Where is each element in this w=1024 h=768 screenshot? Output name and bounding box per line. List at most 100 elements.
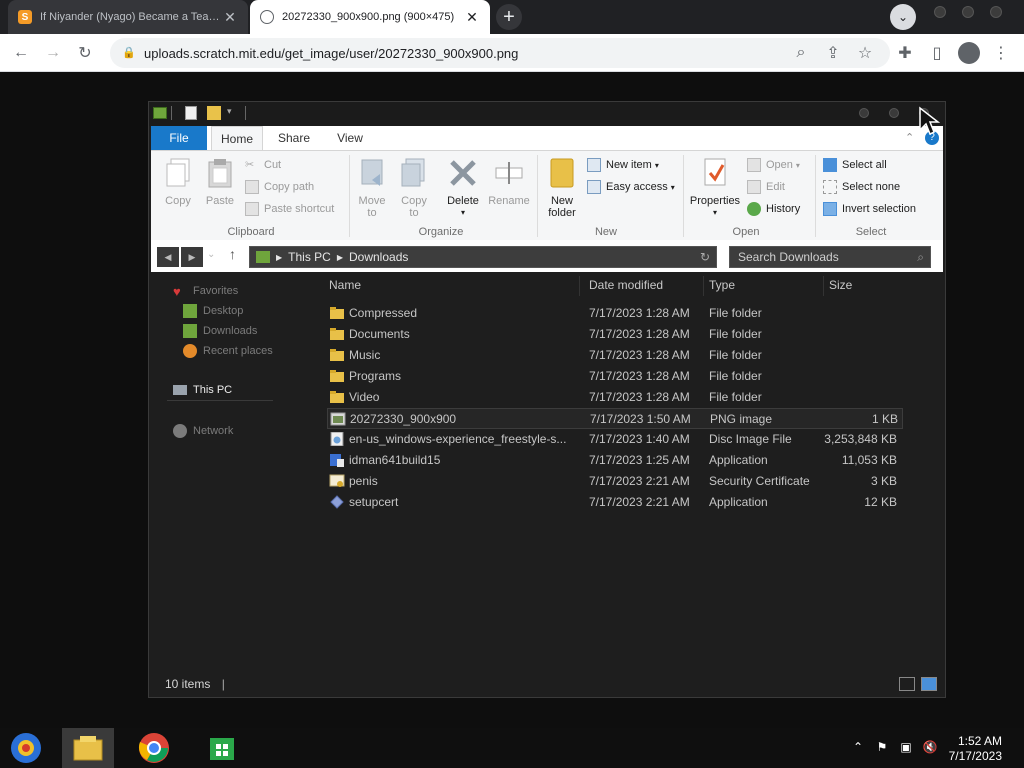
share-icon[interactable]: ⇪	[822, 42, 844, 64]
file-row[interactable]: setupcert 7/17/2023 2:21 AM Application 12 …	[327, 492, 903, 513]
refresh-icon[interactable]: ↻	[700, 250, 710, 264]
file-name: setupcert	[349, 495, 399, 509]
new-item-button[interactable]: New item ▾	[587, 156, 659, 174]
column-header-size[interactable]: Size	[829, 278, 852, 292]
up-arrow-icon[interactable]: ↑	[229, 246, 236, 262]
address-bar[interactable]: 🔒 uploads.scratch.mit.edu/get_image/user…	[110, 38, 890, 68]
file-row[interactable]: penis 7/17/2023 2:21 AM Security Certifica…	[327, 471, 903, 492]
start-button[interactable]	[0, 728, 52, 768]
clock-date: 7/17/2023	[948, 749, 1002, 763]
column-header-name[interactable]: Name	[329, 278, 361, 292]
paste-shortcut-button[interactable]: Paste shortcut	[245, 200, 334, 218]
new-tab-button[interactable]: +	[496, 4, 522, 30]
network-icon[interactable]: ▣	[898, 740, 914, 756]
chrome-menu-icon[interactable]: ⋮	[990, 42, 1012, 64]
delete-button[interactable]: Delete ▾	[443, 157, 483, 219]
select-all-button[interactable]: Select all	[823, 156, 887, 174]
file-row[interactable]: Video 7/17/2023 1:28 AM File folder	[327, 387, 903, 408]
history-button[interactable]: History	[747, 200, 800, 218]
collapse-ribbon-icon[interactable]: ⌃	[905, 131, 914, 144]
nav-this-pc[interactable]: This PC	[173, 384, 232, 396]
tab-file[interactable]: File	[151, 126, 207, 150]
close-tab-icon[interactable]: ✕	[464, 9, 480, 26]
cut-button[interactable]: ✂ Cut	[245, 156, 281, 174]
edit-button[interactable]: Edit	[747, 178, 785, 196]
file-row[interactable]: Programs 7/17/2023 1:28 AM File folder	[327, 366, 903, 387]
file-row[interactable]: Compressed 7/17/2023 1:28 AM File folder	[327, 303, 903, 324]
recent-locations-icon[interactable]: ⌄	[207, 249, 215, 260]
nav-network[interactable]: Network	[173, 424, 233, 438]
column-divider[interactable]	[579, 276, 580, 296]
profile-avatar-icon[interactable]	[958, 42, 980, 64]
side-panel-icon[interactable]: ▯	[926, 42, 948, 64]
back-arrow-icon[interactable]: ←	[10, 42, 32, 64]
column-divider[interactable]	[823, 276, 824, 296]
column-header-type[interactable]: Type	[709, 278, 735, 292]
file-row[interactable]: 20272330_900x900 7/17/2023 1:50 AM PNG ima…	[327, 408, 903, 429]
forward-arrow-icon[interactable]: →	[42, 42, 64, 64]
bookmark-star-icon[interactable]: ☆	[854, 42, 876, 64]
tab-share[interactable]: Share	[271, 126, 317, 150]
properties-qat-icon[interactable]	[185, 106, 197, 120]
tab-scratch-project[interactable]: S If Niyander (Nyago) Became a Teacher ✕	[8, 0, 248, 34]
select-none-button[interactable]: Select none	[823, 178, 900, 196]
close-tab-icon[interactable]: ✕	[222, 9, 238, 26]
invert-selection-icon	[823, 202, 837, 216]
recent-places-icon	[183, 344, 197, 358]
copy-path-button[interactable]: Copy path	[245, 178, 314, 196]
file-row[interactable]: idman641build15 7/17/2023 1:25 AM Applicat…	[327, 450, 903, 471]
new-folder-qat-icon[interactable]	[207, 106, 221, 120]
copy-button[interactable]: Copy	[161, 157, 195, 207]
file-row[interactable]: Music 7/17/2023 1:28 AM File folder	[327, 345, 903, 366]
properties-button[interactable]: Properties ▾	[687, 157, 743, 219]
explorer-minimize-button[interactable]	[859, 108, 869, 118]
search-icon[interactable]: ⌕	[917, 250, 924, 265]
column-header-date[interactable]: Date modified	[589, 278, 663, 292]
show-hidden-icons-icon[interactable]: ⌃	[850, 740, 866, 756]
minimize-window-button[interactable]	[934, 6, 946, 18]
rename-button[interactable]: Rename	[487, 157, 531, 207]
paste-button[interactable]: Paste	[203, 157, 237, 207]
search-input[interactable]: Search Downloads ⌕	[729, 246, 931, 268]
close-window-button[interactable]	[990, 6, 1002, 18]
forward-button[interactable]: ▶	[181, 247, 203, 267]
breadcrumb-this-pc[interactable]: This PC	[288, 250, 331, 264]
tab-search-button[interactable]: ⌄	[890, 4, 916, 30]
nav-downloads[interactable]: Downloads	[183, 324, 257, 338]
details-view-icon[interactable]	[899, 677, 915, 691]
explorer-maximize-button[interactable]	[889, 108, 899, 118]
action-center-flag-icon[interactable]: ⚑	[874, 740, 890, 756]
taskbar-clock[interactable]: 1:52 AM 7/17/2023	[949, 734, 1002, 764]
open-button[interactable]: Open ▾	[747, 156, 800, 174]
back-button[interactable]: ◀	[157, 247, 179, 267]
breadcrumb-downloads[interactable]: Downloads	[349, 250, 408, 264]
zoom-icon[interactable]: ⌕	[790, 42, 812, 64]
new-folder-button[interactable]: New folder	[543, 157, 581, 219]
tab-home[interactable]: Home	[211, 126, 263, 150]
tab-image[interactable]: 20272330_900x900.png (900×475) ✕	[250, 0, 490, 34]
nav-desktop[interactable]: Desktop	[183, 304, 243, 318]
maximize-window-button[interactable]	[962, 6, 974, 18]
file-row[interactable]: Documents 7/17/2023 1:28 AM File folder	[327, 324, 903, 345]
large-icons-view-icon[interactable]	[921, 677, 937, 691]
lock-icon[interactable]: 🔒	[122, 46, 136, 60]
taskbar-store[interactable]	[196, 728, 248, 768]
volume-muted-icon[interactable]: 🔇	[922, 740, 938, 756]
extensions-puzzle-icon[interactable]: ✚	[894, 42, 916, 64]
tab-view[interactable]: View	[327, 126, 373, 150]
file-row[interactable]: en-us_windows-experience_freestyle-s... 7…	[327, 429, 903, 450]
qat-dropdown-icon[interactable]: ▾	[227, 106, 232, 117]
taskbar-chrome[interactable]	[128, 728, 180, 768]
paste-shortcut-label: Paste shortcut	[264, 203, 335, 215]
taskbar-file-explorer[interactable]	[62, 728, 114, 768]
nav-recent-places[interactable]: Recent places	[183, 344, 273, 358]
easy-access-label: Easy access	[606, 181, 668, 193]
reload-icon[interactable]: ↻	[74, 42, 96, 64]
breadcrumb[interactable]: ▶ This PC ▶ Downloads ↻	[249, 246, 717, 268]
nav-favorites[interactable]: ♥ Favorites	[173, 284, 238, 299]
easy-access-button[interactable]: Easy access ▾	[587, 178, 675, 196]
move-to-button[interactable]: Move to	[355, 157, 389, 219]
invert-selection-button[interactable]: Invert selection	[823, 200, 916, 218]
copy-to-button[interactable]: Copy to	[397, 157, 431, 219]
column-divider[interactable]	[703, 276, 704, 296]
